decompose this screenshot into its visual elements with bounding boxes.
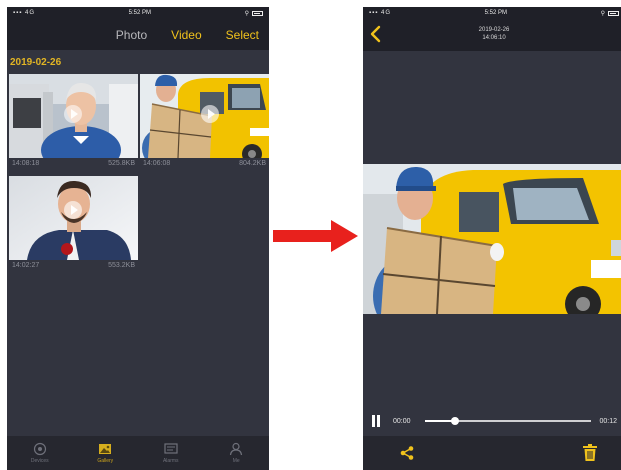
gallery-icon	[99, 444, 112, 454]
video-thumbnail-3[interactable]: 14:02:27 553.2KB	[9, 176, 138, 273]
video-player-screen: ▪▪▪ 4G 5:52 PM ⚲ 2019-02-26 14:06:10 00:…	[363, 7, 621, 470]
video-meta: 14:02:27 553.2KB	[9, 260, 138, 273]
seek-bar[interactable]	[425, 417, 592, 425]
gallery-top-nav: Photo Video Select	[7, 19, 269, 50]
player-action-bar	[363, 436, 621, 470]
video-thumbnail-1[interactable]: 14:08:18 525.8KB	[9, 74, 138, 171]
tab-me[interactable]: Me	[204, 436, 270, 470]
back-arrow-icon[interactable]	[369, 25, 383, 43]
video-time: 14:06:08	[143, 160, 171, 167]
status-time: 5:52 PM	[128, 10, 151, 16]
battery-icon: ⚲	[245, 10, 263, 17]
video-time: 14:08:18	[12, 160, 40, 167]
video-preview-image	[9, 176, 138, 260]
video-player[interactable]	[363, 164, 621, 314]
video-thumbnail-2[interactable]: 14:06:08 804.2KB	[140, 74, 269, 171]
tab-alarms[interactable]: Alarms	[138, 436, 204, 470]
signal-indicator: ▪▪▪ 4G	[13, 10, 36, 16]
video-meta: 14:06:08 804.2KB	[140, 158, 269, 171]
video-preview-image	[140, 74, 269, 158]
video-size: 804.2KB	[239, 160, 266, 167]
status-time: 5:52 PM	[484, 10, 507, 16]
tab-video[interactable]: Video	[171, 28, 201, 42]
tab-gallery-label: Gallery	[97, 458, 114, 464]
share-icon[interactable]	[399, 445, 415, 461]
video-preview-image	[9, 74, 138, 158]
video-meta: 14:08:18 525.8KB	[9, 158, 138, 171]
status-bar: ▪▪▪ 4G 5:52 PM ⚲	[7, 7, 269, 19]
current-time: 00:00	[393, 417, 411, 425]
date-section-header: 2019-02-26	[10, 56, 62, 68]
video-size: 525.8KB	[108, 160, 135, 167]
battery-icon: ⚲	[601, 10, 619, 17]
total-time: 00:12	[599, 417, 617, 425]
tab-devices-label: Devices	[30, 458, 49, 464]
tab-gallery[interactable]: Gallery	[73, 436, 139, 470]
status-bar: ▪▪▪ 4G 5:52 PM ⚲	[363, 7, 621, 19]
select-button[interactable]: Select	[226, 28, 259, 42]
signal-indicator: ▪▪▪ 4G	[369, 10, 392, 16]
video-size: 553.2KB	[108, 262, 135, 269]
player-nav-bar: 2019-02-26 14:06:10	[363, 19, 621, 51]
video-time: 14:02:27	[12, 262, 40, 269]
seek-handle[interactable]	[450, 417, 459, 425]
bottom-tab-bar: Devices Gallery Alarms Me	[7, 436, 269, 470]
user-icon	[230, 442, 243, 456]
devices-icon	[33, 442, 46, 456]
tab-me-label: Me	[232, 458, 240, 464]
trash-icon[interactable]	[583, 444, 597, 461]
tab-photo[interactable]: Photo	[116, 28, 147, 42]
message-icon	[164, 443, 178, 454]
gallery-screen: ▪▪▪ 4G 5:52 PM ⚲ Photo Video Select 2019…	[7, 7, 269, 470]
recording-title: 2019-02-26 14:06:10	[423, 26, 565, 42]
recording-date: 2019-02-26	[478, 27, 510, 33]
tab-alarms-label: Alarms	[162, 458, 179, 464]
recording-time: 14:06:10	[482, 35, 506, 41]
pause-icon[interactable]	[371, 415, 381, 427]
tab-devices[interactable]: Devices	[7, 436, 73, 470]
playback-controls: 00:00 00:12	[363, 407, 621, 435]
transition-arrow-icon	[273, 220, 358, 252]
